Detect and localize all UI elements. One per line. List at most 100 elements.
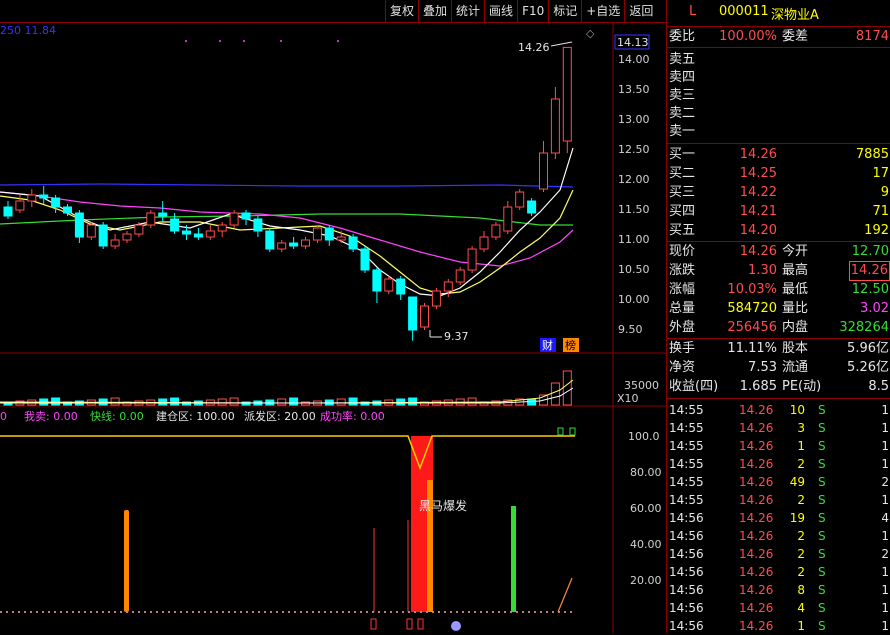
quote-label: 量比 — [782, 301, 809, 316]
tick-count: 1 — [881, 421, 889, 435]
indicator-tick: 80.00 — [630, 466, 662, 479]
tick-price: 14.26 — [739, 565, 774, 579]
divider — [667, 241, 890, 242]
ma250-line — [0, 183, 574, 188]
tick-price: 14.26 — [739, 403, 774, 417]
price-tick: 10.50 — [618, 263, 650, 276]
indicator-tick: 100.0 — [628, 430, 660, 443]
tick-price: 14.26 — [739, 439, 774, 453]
fundamental-row: 收益(四) 1.685 PE(动) 8.5 — [667, 378, 890, 396]
candle-body — [348, 236, 358, 250]
bid-row[interactable]: 买二 14.25 17 — [667, 165, 890, 183]
bid-price: 14.20 — [739, 223, 777, 238]
candle-body — [86, 224, 96, 238]
tick-price: 14.26 — [739, 457, 774, 471]
candle-body — [455, 269, 465, 283]
volume-bar — [110, 397, 120, 406]
volume-ma-line — [0, 379, 574, 404]
candle-body — [384, 278, 394, 292]
fundamental-label: 流通 — [782, 360, 809, 375]
bid-price: 14.26 — [739, 147, 777, 162]
candle-body — [550, 98, 560, 154]
tick-side: S — [818, 529, 826, 543]
indicator-tick: 60.00 — [630, 502, 662, 515]
ma60-line — [0, 191, 574, 267]
quote-value: 12.70 — [851, 244, 889, 259]
tick-row: 14:55 14.26 2 S 1 — [667, 491, 890, 509]
volume-ma-line — [0, 387, 574, 404]
quote-label: 最低 — [782, 282, 809, 297]
tick-volume: 3 — [797, 421, 805, 435]
bid-row[interactable]: 买三 14.22 9 — [667, 184, 890, 202]
quote-value: 1.30 — [748, 263, 777, 278]
quote-value: 584720 — [727, 301, 777, 316]
candle-body — [182, 230, 191, 235]
candle-body — [134, 224, 144, 235]
tick-time: 14:56 — [669, 565, 704, 579]
high-annotation: 14.26 — [518, 41, 550, 54]
fundamental-value: 11.11% — [727, 341, 777, 356]
tick-time: 14:55 — [669, 439, 704, 453]
quote-value: 14.26 — [848, 261, 890, 281]
fundamental-value: 5.96亿 — [847, 341, 889, 356]
quote-label: 最高 — [782, 263, 809, 278]
chart-area[interactable]: 复权 叠加 统计 画线 F10 标记 +自选 返回 250 11.84 14.0… — [0, 0, 666, 633]
candle-body — [443, 281, 453, 292]
bottom-marker — [406, 618, 413, 630]
fundamental-value: 7.53 — [748, 360, 777, 375]
signal-bar-green — [511, 506, 516, 612]
candle-body — [360, 248, 370, 271]
quote-row: 总量 584720 量比 3.02 — [667, 300, 890, 318]
stock-header: L 000011 深物业A — [667, 4, 890, 24]
volume-bar — [158, 398, 168, 406]
bid-row[interactable]: 买四 14.21 71 — [667, 203, 890, 221]
candle-body — [27, 194, 37, 202]
candle-body — [503, 206, 513, 232]
ask-label: 卖三 — [669, 88, 696, 103]
tick-volume: 2 — [797, 565, 805, 579]
bid-label: 买二 — [669, 166, 696, 181]
bid-row[interactable]: 买一 14.26 7885 — [667, 146, 890, 164]
bottom-marker — [370, 618, 377, 630]
tick-side: S — [818, 475, 826, 489]
tick-volume: 4 — [797, 601, 805, 615]
candle-body — [110, 239, 120, 247]
candle-body — [253, 218, 263, 232]
bid-volume: 7885 — [855, 147, 889, 162]
tick-row: 14:56 14.26 2 S 1 — [667, 563, 890, 581]
price-tick: 11.50 — [618, 203, 650, 216]
weibi-row: 委比 100.00% 委差 8174 — [667, 28, 890, 46]
candle-body — [193, 233, 203, 238]
low-annotation: 9.37 — [444, 330, 469, 343]
tick-row: 14:55 14.26 3 S 1 — [667, 419, 890, 437]
tick-row: 14:56 14.26 8 S 1 — [667, 581, 890, 599]
tick-price: 14.26 — [739, 547, 774, 561]
bid-row[interactable]: 买五 14.20 192 — [667, 222, 890, 240]
tick-side: S — [818, 421, 826, 435]
fundamental-row: 净资 7.53 流通 5.26亿 — [667, 359, 890, 377]
tick-row: 14:56 14.26 2 S 2 — [667, 545, 890, 563]
ask-row: 卖四 — [667, 69, 890, 87]
divider — [667, 47, 890, 48]
tick-count: 1 — [881, 457, 889, 471]
green-marker — [569, 427, 576, 436]
diamond-icon: ◇ — [586, 27, 595, 40]
kline-canvas[interactable]: 14.00 13.50 13.00 12.50 12.00 11.50 11.0… — [0, 0, 666, 633]
candle-body — [562, 46, 572, 142]
candle-body — [51, 197, 61, 208]
volume-bars — [0, 370, 574, 406]
market-marker: L — [689, 4, 697, 19]
ask-label: 卖一 — [669, 124, 696, 139]
bid-volume: 9 — [880, 185, 889, 200]
candle-body — [229, 212, 239, 226]
price-axis: 14.00 13.50 13.00 12.50 12.00 11.50 11.0… — [618, 53, 650, 336]
candle-body — [39, 194, 49, 199]
indicator-ramp — [557, 577, 573, 613]
quote-row: 涨跌 1.30 最高 14.26 — [667, 261, 890, 281]
tick-time: 14:56 — [669, 583, 704, 597]
divider — [667, 143, 890, 144]
quote-label: 现价 — [669, 244, 696, 259]
tick-time: 14:56 — [669, 529, 704, 543]
tick-side: S — [818, 457, 826, 471]
candle-body — [277, 242, 287, 250]
